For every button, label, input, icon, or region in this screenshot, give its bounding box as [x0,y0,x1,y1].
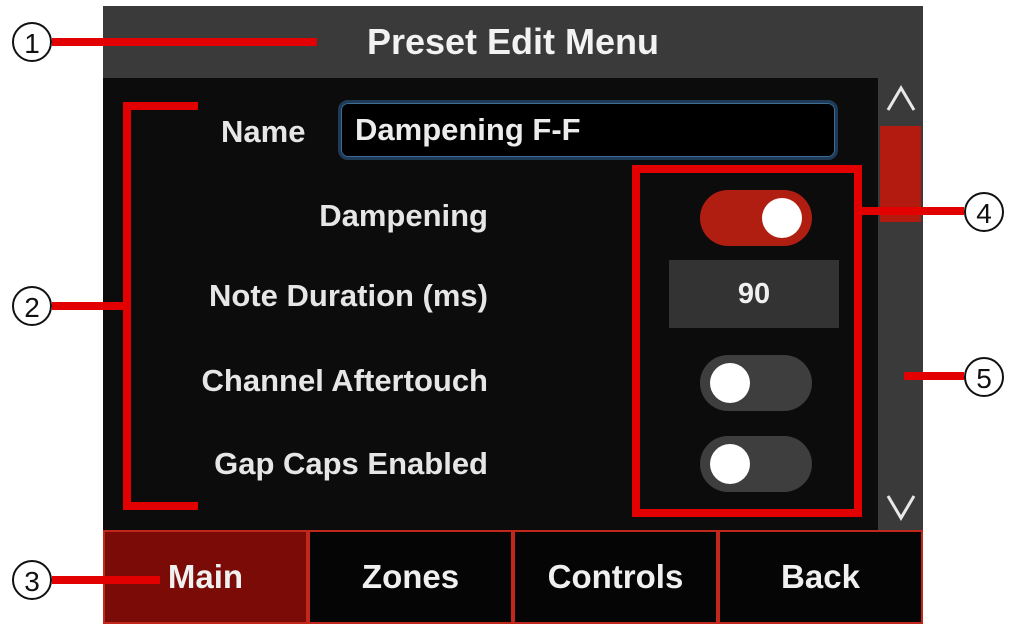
controls-highlight-box [632,165,862,517]
callout-line-1 [52,38,317,46]
channel-aftertouch-label: Channel Aftertouch [201,363,488,398]
tab-controls[interactable]: Controls [513,530,718,624]
gap-caps-label: Gap Caps Enabled [214,446,488,481]
callout-2: 2 [12,286,52,326]
callout-3: 3 [12,560,52,600]
tab-zones[interactable]: Zones [308,530,513,624]
bracket-vertical [123,102,131,510]
callout-line-2 [52,302,127,310]
tab-bar: Main Zones Controls Back [103,530,923,624]
callout-line-4 [862,207,964,215]
chevron-down-icon[interactable] [884,490,918,524]
callout-5: 5 [964,357,1004,397]
tab-back[interactable]: Back [718,530,923,624]
bracket-top [123,102,198,110]
callout-1: 1 [12,22,52,62]
preset-name-input[interactable]: Dampening F-F [338,100,838,160]
callout-line-5 [904,372,964,380]
name-label: Name [221,114,306,149]
note-duration-label: Note Duration (ms) [209,278,488,313]
callout-4: 4 [964,192,1004,232]
bracket-bottom [123,502,198,510]
scrollbar[interactable] [878,78,923,530]
dampening-label: Dampening [319,198,488,233]
callout-line-3 [52,576,160,584]
chevron-up-icon[interactable] [884,82,918,116]
